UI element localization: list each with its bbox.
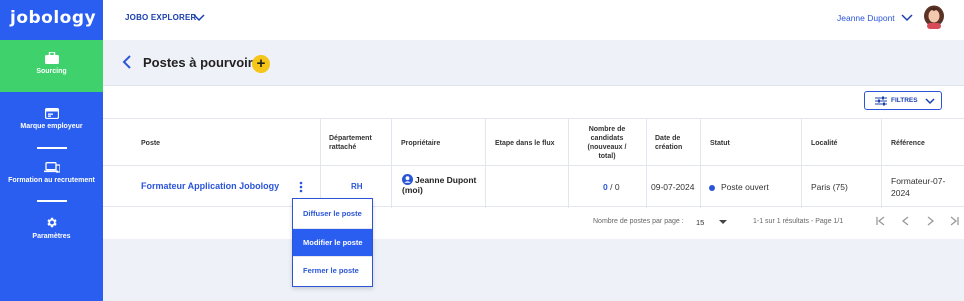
sidebar-item-marque-employeur[interactable]: Marque employeur xyxy=(0,108,103,130)
date-cell: 09-07-2024 xyxy=(651,182,695,192)
owner-cell: Jeanne Dupont (moi) xyxy=(402,174,482,195)
sidebar: jobology Sourcing Marque employeur Forma… xyxy=(0,0,103,301)
jobs-panel: FILTRES Poste Département rattaché Propr… xyxy=(103,85,964,239)
status-cell: Poste ouvert xyxy=(709,182,769,192)
chevron-down-icon xyxy=(925,98,935,105)
back-arrow-icon[interactable] xyxy=(122,54,132,70)
table-header: Poste Département rattaché Propriétaire … xyxy=(103,118,964,166)
filters-button[interactable]: FILTRES xyxy=(864,91,942,110)
col-header-etape[interactable]: Etape dans le flux xyxy=(495,119,570,167)
per-page-select[interactable]: 15 xyxy=(696,218,704,227)
column-divider xyxy=(485,118,486,208)
sidebar-divider xyxy=(37,147,67,149)
sidebar-item-sourcing[interactable]: Sourcing xyxy=(0,40,103,92)
column-divider xyxy=(700,118,701,208)
sidebar-item-label: Sourcing xyxy=(36,68,67,75)
briefcase-icon xyxy=(44,52,59,64)
sidebar-item-label: Formation au recrutement xyxy=(8,177,95,184)
user-circle-icon xyxy=(402,174,413,185)
jobo-explorer-menu[interactable]: JOBO EXPLORER xyxy=(125,13,197,22)
status-dot xyxy=(709,184,715,191)
column-divider xyxy=(568,118,569,208)
filter-sliders-icon xyxy=(875,96,887,106)
col-header-reference[interactable]: Référence xyxy=(891,119,951,167)
more-vertical-icon[interactable] xyxy=(299,181,303,193)
sidebar-divider xyxy=(37,200,67,202)
col-header-date[interactable]: Date de création xyxy=(655,119,695,167)
column-divider xyxy=(320,118,321,208)
menu-item-modifier[interactable]: Modifier le poste xyxy=(293,229,372,256)
location-cell: Paris (75) xyxy=(811,182,848,192)
col-header-departement[interactable]: Département rattaché xyxy=(329,119,384,167)
row-divider xyxy=(103,206,964,207)
caret-down-icon[interactable] xyxy=(719,219,727,225)
per-page-label: Nombre de postes par page : xyxy=(593,218,684,225)
first-page-icon[interactable] xyxy=(875,215,887,227)
row-actions-menu: Diffuser le poste Modifier le poste Ferm… xyxy=(292,198,373,287)
page-title: Postes à pourvoir xyxy=(143,55,253,70)
col-header-poste[interactable]: Poste xyxy=(141,119,241,167)
filters-label: FILTRES xyxy=(891,97,918,104)
sidebar-item-label: Marque employeur xyxy=(20,123,83,130)
gear-icon xyxy=(47,217,57,228)
column-divider xyxy=(391,118,392,208)
candidates-total: / 0 xyxy=(607,182,620,192)
previous-page-icon[interactable] xyxy=(900,215,912,227)
col-header-proprietaire[interactable]: Propriétaire xyxy=(401,119,471,167)
user-name[interactable]: Jeanne Dupont xyxy=(837,13,895,23)
jobology-logo[interactable]: jobology xyxy=(10,8,96,28)
chevron-down-icon[interactable] xyxy=(193,12,205,22)
avatar[interactable] xyxy=(923,5,945,29)
sidebar-item-formation[interactable]: Formation au recrutement xyxy=(0,162,103,184)
col-header-localite[interactable]: Localité xyxy=(811,119,871,167)
id-card-icon xyxy=(44,108,59,119)
menu-item-diffuser[interactable]: Diffuser le poste xyxy=(293,200,372,227)
next-page-icon[interactable] xyxy=(924,215,936,227)
owner-suffix: (moi) xyxy=(402,185,423,195)
status-label: Poste ouvert xyxy=(721,182,769,192)
owner-name: Jeanne Dupont xyxy=(415,175,477,185)
column-divider xyxy=(801,118,802,208)
reference-cell: Formateur-07-2024 xyxy=(891,176,946,198)
laptop-icon xyxy=(43,162,60,173)
job-title-link[interactable]: Formateur Application Jobology xyxy=(141,181,279,191)
column-divider xyxy=(881,118,882,208)
sidebar-item-label: Paramètres xyxy=(32,233,71,240)
last-page-icon[interactable] xyxy=(948,215,960,227)
add-job-button[interactable]: + xyxy=(252,55,270,73)
chevron-down-icon[interactable] xyxy=(901,12,913,22)
top-bar: JOBO EXPLORER Jeanne Dupont xyxy=(103,0,964,40)
menu-item-fermer[interactable]: Fermer le poste xyxy=(293,257,372,284)
department-cell: RH xyxy=(351,182,363,191)
column-divider xyxy=(646,118,647,208)
col-header-candidats[interactable]: Nombre de candidats (nouveaux / total) xyxy=(582,119,632,167)
candidates-cell: 0 / 0 xyxy=(603,182,620,192)
col-header-statut[interactable]: Statut xyxy=(710,119,770,167)
sidebar-item-parametres[interactable]: Paramètres xyxy=(0,216,103,240)
pagination-info: 1-1 sur 1 résultats - Page 1/1 xyxy=(753,218,844,225)
